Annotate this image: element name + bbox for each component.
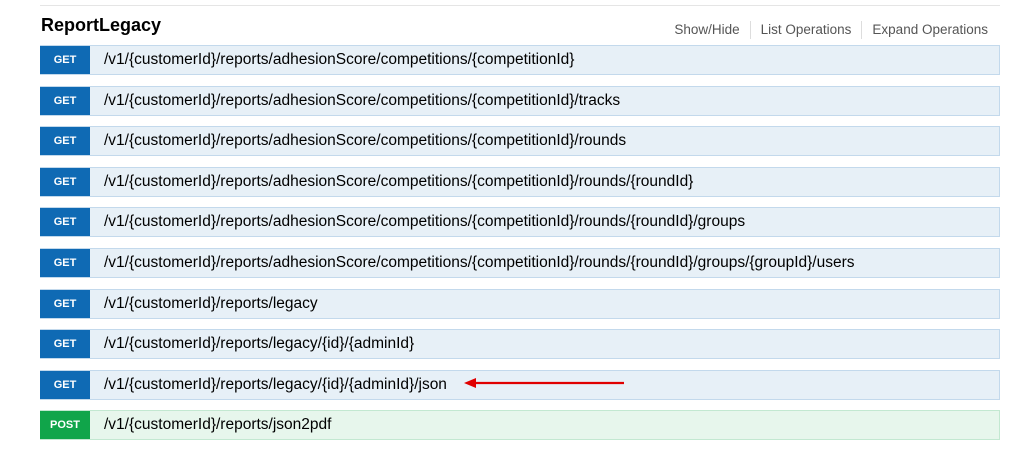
http-method-badge[interactable]: POST <box>40 411 90 440</box>
http-method-badge[interactable]: GET <box>40 370 90 399</box>
http-method-badge[interactable]: GET <box>40 46 90 74</box>
endpoint-path[interactable]: /v1/{customerId}/reports/legacy/{id}/{ad… <box>104 376 447 394</box>
expand-operations-link[interactable]: Expand Operations <box>862 21 988 39</box>
resource-title[interactable]: ReportLegacy <box>41 15 161 36</box>
endpoint-row[interactable]: GET /v1/{customerId}/reports/adhesionSco… <box>40 85 1000 116</box>
show-hide-link[interactable]: Show/Hide <box>664 21 749 39</box>
http-method-badge[interactable]: GET <box>40 289 90 318</box>
http-method-badge[interactable]: GET <box>40 330 90 359</box>
endpoint-path[interactable]: /v1/{customerId}/reports/adhesionScore/c… <box>104 213 745 231</box>
arrow-head <box>464 378 476 388</box>
endpoint-path[interactable]: /v1/{customerId}/reports/adhesionScore/c… <box>104 254 855 272</box>
endpoint-list: GET /v1/{customerId}/reports/adhesionSco… <box>40 45 1000 451</box>
endpoint-path[interactable]: /v1/{customerId}/reports/adhesionScore/c… <box>104 92 620 110</box>
list-operations-link[interactable]: List Operations <box>751 21 862 39</box>
endpoint-path[interactable]: /v1/{customerId}/reports/legacy/{id}/{ad… <box>104 335 414 353</box>
resource-actions: Show/Hide List Operations Expand Operati… <box>664 21 988 39</box>
http-method-badge[interactable]: GET <box>40 248 90 277</box>
endpoint-row[interactable]: GET /v1/{customerId}/reports/adhesionSco… <box>40 207 1000 238</box>
endpoint-path[interactable]: /v1/{customerId}/reports/adhesionScore/c… <box>104 132 626 150</box>
endpoint-path[interactable]: /v1/{customerId}/reports/adhesionScore/c… <box>104 173 693 191</box>
http-method-badge[interactable]: GET <box>40 127 90 156</box>
endpoint-row[interactable]: GET /v1/{customerId}/reports/adhesionSco… <box>40 166 1000 197</box>
resource-section: ReportLegacy Show/Hide List Operations E… <box>40 5 1000 441</box>
endpoint-path[interactable]: /v1/{customerId}/reports/adhesionScore/c… <box>104 51 574 69</box>
http-method-badge[interactable]: GET <box>40 86 90 115</box>
http-method-badge[interactable]: GET <box>40 208 90 237</box>
endpoint-path[interactable]: /v1/{customerId}/reports/legacy <box>104 295 318 313</box>
http-method-badge[interactable]: GET <box>40 167 90 196</box>
resource-header: ReportLegacy Show/Hide List Operations E… <box>40 5 1000 40</box>
red-arrow-icon <box>464 378 624 388</box>
endpoint-row[interactable]: GET /v1/{customerId}/reports/adhesionSco… <box>40 45 1000 75</box>
endpoint-row[interactable]: GET /v1/{customerId}/reports/adhesionSco… <box>40 126 1000 157</box>
endpoint-row[interactable]: GET /v1/{customerId}/reports/legacy/{id}… <box>40 329 1000 360</box>
endpoint-row[interactable]: GET /v1/{customerId}/reports/adhesionSco… <box>40 247 1000 278</box>
endpoint-path[interactable]: /v1/{customerId}/reports/json2pdf <box>104 416 331 434</box>
endpoint-row[interactable]: GET /v1/{customerId}/reports/legacy <box>40 288 1000 319</box>
endpoint-row[interactable]: POST /v1/{customerId}/reports/json2pdf <box>40 410 1000 441</box>
